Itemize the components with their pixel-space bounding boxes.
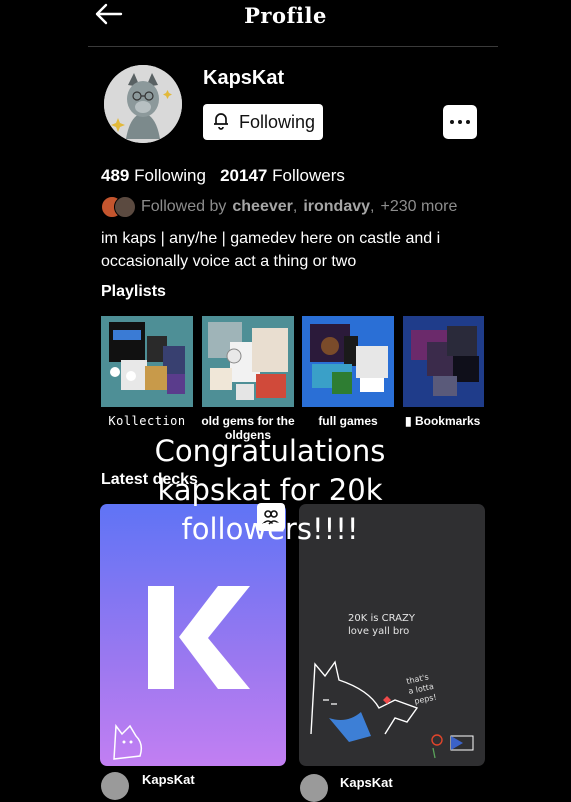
following-count[interactable]: 489 xyxy=(101,166,129,185)
header-divider xyxy=(88,46,498,47)
profile-bio: im kaps | any/he | gamedev here on castl… xyxy=(101,227,501,273)
following-button-label: Following xyxy=(238,111,316,132)
more-dots-icon xyxy=(450,120,454,124)
playlist-label-full-games[interactable]: full games xyxy=(298,414,398,428)
profile-stats: 489 Following 20147 Followers xyxy=(101,166,345,186)
svg-text:peps!: peps! xyxy=(414,692,438,705)
following-label[interactable]: Following xyxy=(134,166,206,185)
profile-avatar[interactable] xyxy=(104,65,182,143)
bell-icon xyxy=(211,110,231,135)
followers-label[interactable]: Followers xyxy=(272,166,345,185)
deck-1-author-name[interactable]: KapsKat xyxy=(142,772,195,787)
congratulations-overlay: Congratulations kapskat for 20k follower… xyxy=(100,432,440,549)
deck-2-author-avatar[interactable] xyxy=(300,774,328,802)
more-options-button[interactable] xyxy=(443,105,477,139)
overlay-line-3: followers!!!! xyxy=(181,512,359,546)
playlist-tile-kollection[interactable] xyxy=(101,316,193,407)
following-button[interactable]: Following xyxy=(203,104,323,140)
deck-2-doodle-text: 20K is CRAZY love yall bro xyxy=(348,613,415,637)
playlist-tile-full-games[interactable] xyxy=(302,316,394,407)
playlist-tile-old-gems[interactable] xyxy=(202,316,294,407)
followed-by-line[interactable]: Followed by cheever, irondavy, +230 more xyxy=(101,196,457,218)
page-title: Profile xyxy=(244,3,327,28)
overlay-line-2: kapskat for 20k xyxy=(157,473,383,507)
bio-line-2: occasionally voice act a thing or two xyxy=(101,253,357,270)
playlists-heading: Playlists xyxy=(101,283,166,300)
deck-1-author-avatar[interactable] xyxy=(101,772,129,800)
followed-by-more[interactable]: +230 more xyxy=(380,198,457,216)
playlist-tile-bookmarks[interactable] xyxy=(403,316,484,407)
followed-by-user-2[interactable]: irondavy xyxy=(303,198,370,216)
followed-by-prefix: Followed by xyxy=(141,198,227,215)
playlist-label-bookmarks[interactable]: ▮ Bookmarks xyxy=(405,414,485,428)
mutual-avatars xyxy=(101,196,136,218)
profile-username: KapsKat xyxy=(203,67,285,89)
overlay-line-1: Congratulations xyxy=(154,434,386,468)
deck-2-author-name[interactable]: KapsKat xyxy=(340,775,393,790)
playlist-label-kollection[interactable]: Kollection xyxy=(97,414,197,428)
bookmark-icon: ▮ xyxy=(405,414,412,428)
bio-line-1: im kaps | any/he | gamedev here on castl… xyxy=(101,230,441,247)
followed-by-user-1[interactable]: cheever xyxy=(232,198,293,216)
followers-count[interactable]: 20147 xyxy=(220,166,267,185)
